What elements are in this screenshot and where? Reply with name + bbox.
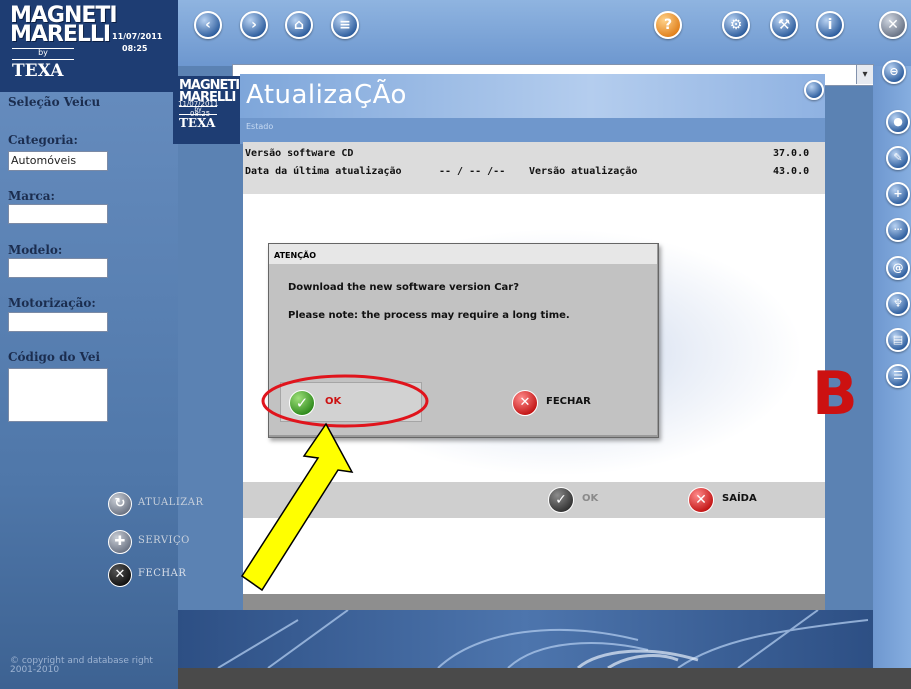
- dialog-ok-button[interactable]: ✓ OK: [280, 382, 422, 422]
- dialog-close-label: FECHAR: [546, 396, 591, 407]
- exit-icon[interactable]: ✕: [879, 11, 907, 39]
- update-window-title: AtualizaÇÃo: [246, 80, 407, 110]
- dialog-note: Please note: the process may require a l…: [288, 310, 570, 321]
- status-bar: [178, 668, 911, 689]
- vehicle-selection-title: Seleção Veicu: [8, 95, 101, 109]
- tools-icon[interactable]: ⚒: [770, 11, 798, 39]
- inner-time: 08:25: [190, 110, 211, 118]
- network-icon[interactable]: ♆: [886, 292, 910, 316]
- check-icon: ✓: [289, 390, 315, 416]
- dialog-ok-label: OK: [325, 396, 342, 407]
- home-icon[interactable]: ⌂: [285, 11, 313, 39]
- version-info-panel: Versão software CD 37.0.0 Data da última…: [243, 142, 825, 194]
- document-icon[interactable]: ▤: [886, 328, 910, 352]
- forward-icon[interactable]: ›: [240, 11, 268, 39]
- last-update-value: -- / -- /--: [439, 166, 506, 177]
- close-icon: ✕: [688, 487, 714, 513]
- list-icon[interactable]: ☰: [886, 364, 910, 388]
- logo-by: by: [12, 48, 74, 60]
- update-icon: ↻: [108, 492, 132, 516]
- service-button-label: SERVIÇO: [138, 535, 190, 546]
- email-icon[interactable]: @: [886, 256, 910, 280]
- update-button-label: ATUALIZAR: [138, 497, 204, 508]
- update-version-value: 43.0.0: [773, 166, 810, 177]
- category-field[interactable]: Automóveis: [8, 151, 108, 171]
- logo-texa: TEXA: [12, 61, 64, 81]
- diagnosis-icon[interactable]: ●: [886, 110, 910, 134]
- wrench-icon[interactable]: ✎: [886, 146, 910, 170]
- update-button[interactable]: ↻ ATUALIZAR: [108, 492, 218, 516]
- model-field[interactable]: [8, 258, 108, 278]
- help-icon[interactable]: ?: [654, 11, 682, 39]
- service-icon: ✚: [108, 530, 132, 554]
- close-icon: ✕: [512, 390, 538, 416]
- background-brand-glyph: B: [812, 359, 858, 429]
- window-ok-label: OK: [582, 493, 599, 504]
- car-outline-graphic: [217, 609, 869, 670]
- window-exit-label: SAÍDA: [722, 493, 757, 504]
- window-option-icon[interactable]: [804, 80, 824, 100]
- print-icon[interactable]: ≡: [331, 11, 359, 39]
- update-status-label: Estado: [246, 122, 274, 131]
- model-label: Modelo:: [8, 243, 63, 257]
- cd-version-label: Versão software CD: [245, 148, 354, 159]
- close-icon: ✕: [108, 563, 132, 587]
- inner-date: 11/07/2011: [178, 100, 219, 108]
- header-date: 11/07/2011: [112, 32, 163, 41]
- chevron-down-icon[interactable]: ▾: [856, 65, 873, 84]
- dialog-message: Download the new software version Car?: [288, 282, 520, 293]
- engine-field[interactable]: [8, 312, 108, 332]
- check-icon: ✓: [548, 487, 574, 513]
- logo-marelli: MARELLI: [10, 22, 111, 47]
- service-button[interactable]: ✚ SERVIÇO: [108, 530, 218, 554]
- close-button-label: FECHAR: [138, 568, 187, 579]
- last-update-label: Data da última atualização: [245, 166, 402, 177]
- brand-field[interactable]: [8, 204, 108, 224]
- settings-icon[interactable]: ⚙: [722, 11, 750, 39]
- lock-icon[interactable]: ⊖: [882, 60, 906, 84]
- brand-logo: MAGNETI MARELLI by TEXA 11/07/2011 08:25: [0, 0, 178, 92]
- vehicle-code-field[interactable]: [8, 368, 108, 422]
- engine-label: Motorização:: [8, 296, 96, 310]
- back-icon[interactable]: ‹: [194, 11, 222, 39]
- category-label: Categoria:: [8, 133, 78, 147]
- header-time: 08:25: [122, 44, 148, 53]
- window-ok-button[interactable]: ✓ OK: [548, 487, 638, 513]
- close-button[interactable]: ✕ FECHAR: [108, 563, 218, 587]
- data-icon[interactable]: ⋯: [886, 218, 910, 242]
- dialog-title: ATENÇÃO: [274, 251, 317, 260]
- dialog-header: [269, 244, 657, 264]
- dialog-close-button[interactable]: ✕ FECHAR: [512, 390, 612, 418]
- info-icon[interactable]: i: [816, 11, 844, 39]
- lower-panel: [243, 518, 825, 594]
- window-exit-button[interactable]: ✕ SAÍDA: [688, 487, 788, 513]
- window-action-bar: ✓ OK ✕ SAÍDA: [243, 482, 825, 518]
- copyright-text: © copyright and database right 2001-2010: [10, 656, 153, 675]
- lower-divider: [243, 594, 825, 610]
- update-version-label: Versão atualização: [529, 166, 638, 177]
- cd-version-value: 37.0.0: [773, 148, 810, 159]
- plug-icon[interactable]: +: [886, 182, 910, 206]
- vehicle-code-label: Código do Vei: [8, 350, 101, 364]
- decorative-car-graphic: [178, 609, 873, 670]
- brand-label: Marca:: [8, 189, 55, 203]
- update-status-bar: [240, 118, 825, 144]
